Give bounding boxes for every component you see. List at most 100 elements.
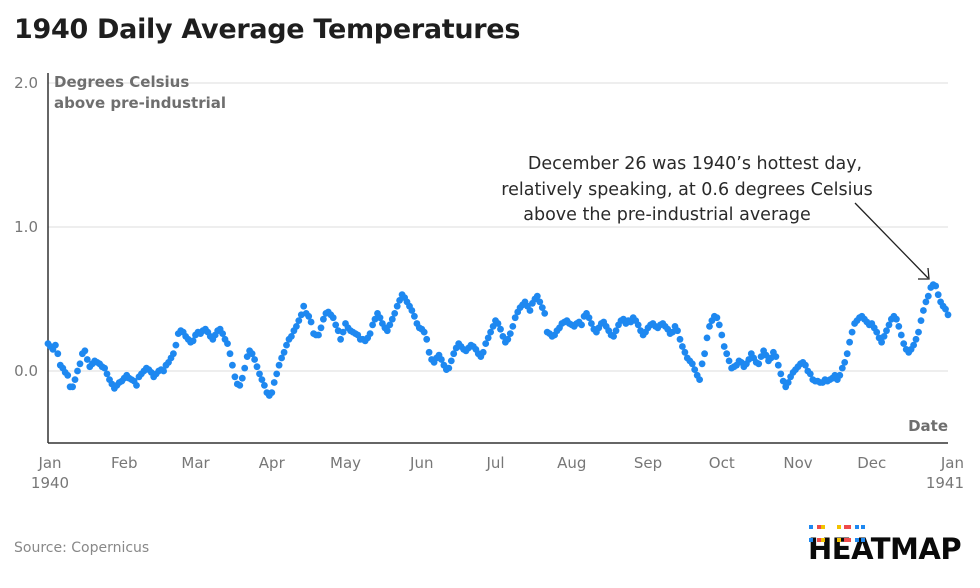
annotation: December 26 was 1940’s hottest day, rela… xyxy=(501,154,930,280)
data-point xyxy=(720,343,728,350)
data-point xyxy=(251,356,258,363)
data-point xyxy=(64,371,72,379)
x-tick-sublabel: 1940 xyxy=(31,474,69,492)
x-tick-labels: Jan 1940 Feb Mar Apr May Jun Jul Aug Sep Oct Nov Dec… xyxy=(31,454,964,492)
data-point xyxy=(696,376,703,383)
data-point xyxy=(578,321,585,329)
logo-dot xyxy=(854,537,859,542)
data-point xyxy=(893,315,900,323)
data-point xyxy=(679,343,686,350)
data-point xyxy=(479,348,487,356)
data-point xyxy=(910,341,917,349)
data-point xyxy=(229,361,236,369)
x-tick-sublabel: 1941 xyxy=(926,474,964,492)
x-tick-label: Dec xyxy=(857,454,886,472)
data-point xyxy=(585,314,593,322)
data-point xyxy=(917,317,925,324)
x-tick-label: Jun xyxy=(409,454,433,472)
data-point xyxy=(526,307,534,314)
x-tick-label: May xyxy=(330,454,361,472)
data-point xyxy=(295,317,303,324)
y-tick-label: 2.0 xyxy=(14,74,38,92)
data-point xyxy=(715,321,723,329)
data-point xyxy=(280,348,288,356)
data-point xyxy=(718,331,726,339)
data-point xyxy=(236,382,244,389)
data-point xyxy=(337,335,344,343)
x-tick-label: Aug xyxy=(557,454,586,472)
data-point xyxy=(320,315,327,323)
data-point xyxy=(241,364,249,372)
data-point xyxy=(934,291,942,299)
logo-dot xyxy=(808,524,813,529)
data-points xyxy=(44,281,952,399)
data-point xyxy=(706,323,713,330)
data-point xyxy=(160,367,168,375)
source-note: Source: Copernicus xyxy=(14,540,150,556)
data-point xyxy=(802,361,809,369)
data-point xyxy=(895,323,903,330)
x-tick-label: Apr xyxy=(259,454,286,472)
data-point xyxy=(293,323,300,330)
data-point xyxy=(238,374,246,382)
y-tick-labels: 0.0 1.0 2.0 xyxy=(14,74,38,380)
x-tick-label: Jan xyxy=(37,454,61,472)
data-point xyxy=(261,382,268,389)
data-point xyxy=(101,364,108,372)
data-point xyxy=(268,389,276,396)
heatmap-logo: HEATMAP xyxy=(800,520,970,572)
data-point xyxy=(133,382,140,389)
data-point xyxy=(189,337,197,345)
data-point xyxy=(841,359,849,366)
data-point xyxy=(329,314,337,322)
data-point xyxy=(772,353,780,360)
data-point xyxy=(900,340,908,347)
x-tick-label: Jan xyxy=(940,454,964,472)
logo-dot xyxy=(837,524,842,529)
logo-dot xyxy=(821,537,826,542)
data-point xyxy=(497,325,504,333)
logo-dot xyxy=(860,537,865,542)
data-point xyxy=(170,350,177,358)
data-point xyxy=(846,338,853,346)
logo-dot xyxy=(808,537,813,542)
data-point xyxy=(612,327,620,335)
data-point xyxy=(388,315,396,323)
data-point xyxy=(688,360,696,368)
data-point xyxy=(873,328,881,336)
data-point xyxy=(920,307,927,314)
x-tick-label: Oct xyxy=(709,454,735,472)
data-point xyxy=(54,350,62,358)
data-point xyxy=(932,282,940,290)
data-point xyxy=(226,350,234,358)
data-point xyxy=(509,323,517,330)
data-point xyxy=(253,363,261,371)
data-point xyxy=(878,338,885,346)
data-point xyxy=(676,335,684,343)
data-point xyxy=(393,302,401,310)
data-point xyxy=(172,341,180,349)
x-tick-label: Mar xyxy=(181,454,210,472)
data-point xyxy=(300,302,308,310)
logo-dot xyxy=(846,537,851,542)
data-point xyxy=(425,348,433,356)
y-tick-label: 1.0 xyxy=(14,218,38,236)
data-point xyxy=(391,310,399,317)
chart: 0.0 1.0 2.0 Jan 1940 Feb Mar Apr May Jun Jul Aug Se… xyxy=(14,73,964,492)
annotation-arrow xyxy=(854,202,929,279)
data-point xyxy=(883,327,890,335)
data-point xyxy=(506,330,514,337)
annotation-line-3: above the pre-industrial average xyxy=(523,205,811,225)
data-point xyxy=(81,347,89,355)
data-point xyxy=(774,361,782,369)
data-point xyxy=(703,334,711,342)
data-point xyxy=(71,376,79,383)
data-point xyxy=(74,367,81,375)
x-axis-label: Date xyxy=(908,417,948,435)
logo-dot xyxy=(854,524,859,529)
data-point xyxy=(777,370,785,378)
data-point xyxy=(897,331,905,339)
data-point xyxy=(698,360,706,368)
data-point xyxy=(755,360,763,368)
data-point xyxy=(723,350,731,358)
